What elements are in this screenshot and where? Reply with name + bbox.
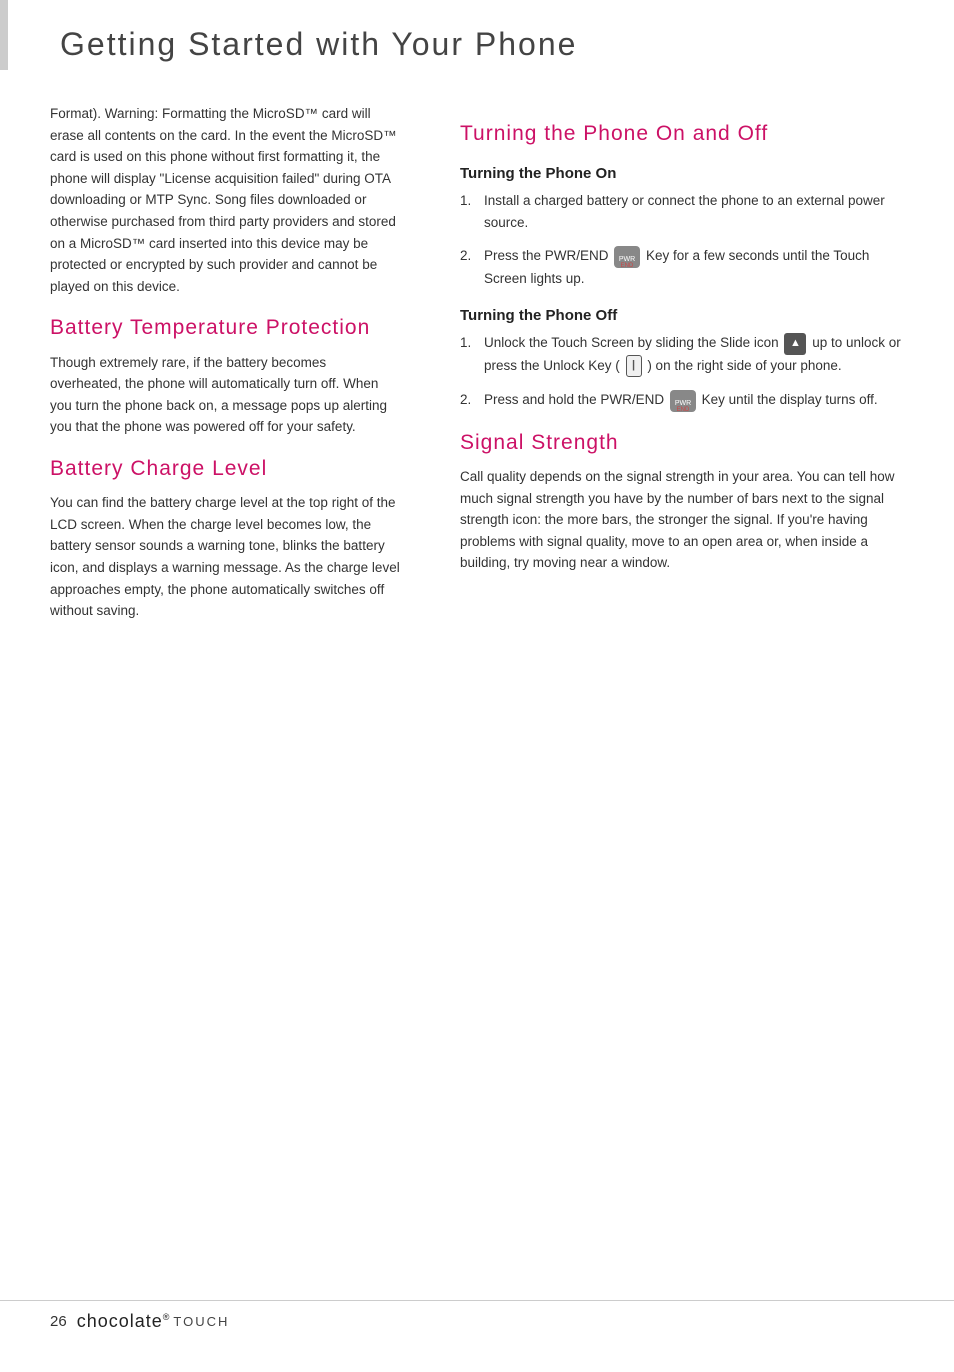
brand-suffix: TOUCH bbox=[173, 1314, 229, 1329]
step-num-off-1: 1. bbox=[460, 332, 478, 354]
svg-text:END: END bbox=[676, 407, 689, 412]
left-column: Format). Warning: Formatting the MicroSD… bbox=[0, 83, 430, 652]
intro-text: Format). Warning: Formatting the MicroSD… bbox=[50, 103, 400, 297]
slide-icon bbox=[784, 333, 806, 355]
turning-off-steps: 1. Unlock the Touch Screen by sliding th… bbox=[460, 332, 914, 411]
step-content-1: Install a charged battery or connect the… bbox=[484, 190, 914, 233]
signal-heading: Signal Strength bbox=[460, 430, 914, 456]
turning-off-step-1: 1. Unlock the Touch Screen by sliding th… bbox=[460, 332, 914, 377]
turning-on-step-1: 1. Install a charged battery or connect … bbox=[460, 190, 914, 233]
page-header: Getting Started with Your Phone bbox=[0, 0, 954, 83]
step-num-off-2: 2. bbox=[460, 389, 478, 411]
unlock-key-icon bbox=[626, 355, 642, 377]
turning-off-subheading: Turning the Phone Off bbox=[460, 307, 914, 324]
turning-heading: Turning the Phone On and Off bbox=[460, 121, 914, 147]
battery-charge-heading: Battery Charge Level bbox=[50, 456, 400, 482]
content-area: Format). Warning: Formatting the MicroSD… bbox=[0, 83, 954, 652]
signal-text: Call quality depends on the signal stren… bbox=[460, 466, 914, 574]
battery-charge-text: You can find the battery charge level at… bbox=[50, 492, 400, 622]
page-number: 26 bbox=[50, 1313, 67, 1330]
brand-name-text: chocolate bbox=[77, 1311, 163, 1331]
turning-on-step-2: 2. Press the PWR/END PWR END Key for a f… bbox=[460, 245, 914, 289]
turning-off-step-2: 2. Press and hold the PWR/END PWR END Ke… bbox=[460, 389, 914, 411]
step-num-1: 1. bbox=[460, 190, 478, 212]
page-footer: 26 chocolate® TOUCH bbox=[0, 1300, 954, 1342]
svg-text:PWR: PWR bbox=[675, 400, 691, 407]
brand-logo: chocolate® TOUCH bbox=[77, 1311, 230, 1332]
step-num-2: 2. bbox=[460, 245, 478, 267]
right-column: Turning the Phone On and Off Turning the… bbox=[430, 83, 954, 652]
turning-on-steps: 1. Install a charged battery or connect … bbox=[460, 190, 914, 289]
battery-temp-heading: Battery Temperature Protection bbox=[50, 315, 400, 341]
battery-temp-text: Though extremely rare, if the battery be… bbox=[50, 352, 400, 438]
brand-dot: ® bbox=[163, 1312, 171, 1322]
page-container: Getting Started with Your Phone Format).… bbox=[0, 0, 954, 1372]
svg-text:END: END bbox=[621, 263, 634, 268]
step-content-off-2: Press and hold the PWR/END PWR END Key u… bbox=[484, 389, 914, 411]
svg-text:PWR: PWR bbox=[619, 256, 635, 263]
brand-name: chocolate® bbox=[77, 1311, 171, 1332]
page-title: Getting Started with Your Phone bbox=[40, 18, 914, 73]
pwr-end-icon-2: PWR END bbox=[670, 390, 696, 412]
step-content-2: Press the PWR/END PWR END Key for a few … bbox=[484, 245, 914, 289]
header-accent bbox=[0, 0, 8, 70]
step-content-off-1: Unlock the Touch Screen by sliding the S… bbox=[484, 332, 914, 377]
turning-on-subheading: Turning the Phone On bbox=[460, 165, 914, 182]
pwr-end-icon-1: PWR END bbox=[614, 246, 640, 268]
